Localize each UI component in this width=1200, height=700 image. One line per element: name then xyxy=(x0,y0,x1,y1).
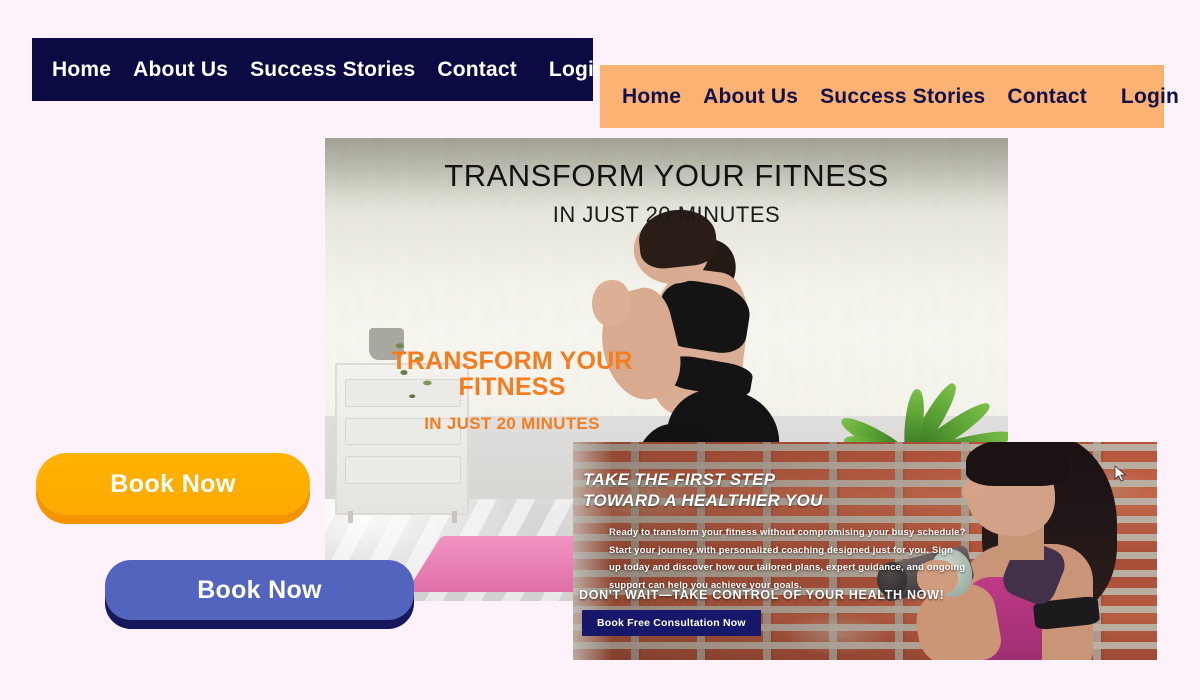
hero-headline-dark-line2: IN JUST 20 MINUTES xyxy=(552,202,781,227)
hero-headline-orange-line1: TRANSFORM YOUR FITNESS xyxy=(391,347,633,402)
cta-body-text: Ready to transform your fitness without … xyxy=(609,524,1009,594)
navbar-dark: Home About Us Success Stories Contact Lo… xyxy=(32,38,607,101)
navbar-orange: Home About Us Success Stories Contact Lo… xyxy=(600,65,1179,128)
hero-headline-dark: TRANSFORM YOUR FITNESS IN JUST 20 MINUTE… xyxy=(325,160,1008,228)
cta-heading-line2: TOWARD A HEALTHIER YOU xyxy=(583,491,823,511)
nav-dark-item-success-stories[interactable]: Success Stories xyxy=(250,58,415,82)
dresser-leg xyxy=(347,510,353,523)
hero-headline-dark-line1: TRANSFORM YOUR FITNESS xyxy=(444,158,889,193)
hair-front xyxy=(966,442,1069,486)
nav-dark-item-contact[interactable]: Contact xyxy=(437,58,517,82)
clasped-hands xyxy=(591,280,630,327)
nav-orange-item-success-stories[interactable]: Success Stories xyxy=(820,85,985,109)
cta-heading-line1: TAKE THE FIRST STEP xyxy=(583,470,776,489)
nav-dark-item-home[interactable]: Home xyxy=(52,58,111,82)
cta-urgency-line: DON'T WAIT—TAKE CONTROL OF YOUR HEALTH N… xyxy=(579,588,945,602)
cta-heading: TAKE THE FIRST STEP TOWARD A HEALTHIER Y… xyxy=(583,469,823,512)
cta-body-line3: up today and discover how our tailored p… xyxy=(609,562,966,574)
book-now-button-blue[interactable]: Book Now xyxy=(105,560,414,620)
nav-orange-item-home[interactable]: Home xyxy=(622,85,681,109)
hero-headline-orange: TRANSFORM YOUR FITNESS IN JUST 20 MINUTE… xyxy=(337,348,687,434)
hero-headline-orange-line2: IN JUST 20 MINUTES xyxy=(424,413,600,433)
nav-dark-item-login[interactable]: Login xyxy=(549,58,607,82)
dresser-leg xyxy=(451,510,457,523)
nav-orange-item-login[interactable]: Login xyxy=(1121,85,1179,109)
book-now-button-orange[interactable]: Book Now xyxy=(36,453,310,515)
cta-body-line1: Ready to transform your fitness without … xyxy=(609,527,966,538)
dresser-drawer xyxy=(345,456,462,484)
nav-orange-item-about-us[interactable]: About Us xyxy=(703,85,798,109)
book-free-consultation-button[interactable]: Book Free Consultation Now xyxy=(582,610,761,636)
nav-orange-item-contact[interactable]: Contact xyxy=(1007,85,1087,109)
cta-card-brick: TAKE THE FIRST STEP TOWARD A HEALTHIER Y… xyxy=(573,442,1157,660)
page-canvas: Home About Us Success Stories Contact Lo… xyxy=(0,0,1200,700)
cta-body-line2: Start your journey with personalized coa… xyxy=(609,544,954,556)
nav-dark-item-about-us[interactable]: About Us xyxy=(133,58,228,82)
